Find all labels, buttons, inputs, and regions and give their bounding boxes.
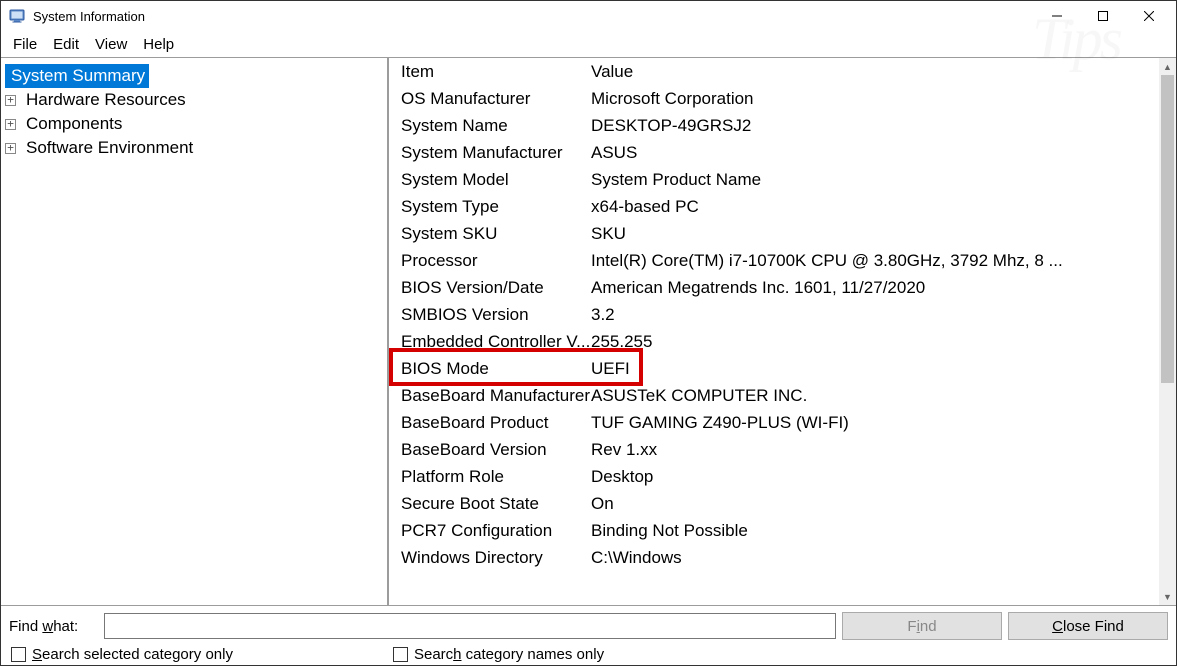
details-item: Embedded Controller V... bbox=[401, 332, 591, 352]
details-value: x64-based PC bbox=[591, 197, 1159, 217]
details-item: System Name bbox=[401, 116, 591, 136]
details-row[interactable]: System ModelSystem Product Name bbox=[389, 166, 1159, 193]
details-row[interactable]: ProcessorIntel(R) Core(TM) i7-10700K CPU… bbox=[389, 247, 1159, 274]
menu-view[interactable]: View bbox=[87, 34, 135, 55]
tree-item-components[interactable]: Components bbox=[20, 112, 124, 136]
tree-item-system-summary[interactable]: System Summary bbox=[5, 64, 149, 88]
details-value: American Megatrends Inc. 1601, 11/27/202… bbox=[591, 278, 1159, 298]
tree-item-label: Components bbox=[26, 114, 122, 134]
scroll-up-icon[interactable]: ▲ bbox=[1159, 58, 1176, 75]
titlebar: System Information bbox=[1, 1, 1176, 31]
details-row[interactable]: System ManufacturerASUS bbox=[389, 139, 1159, 166]
tree-item-label: Software Environment bbox=[26, 138, 193, 158]
maximize-button[interactable] bbox=[1080, 1, 1126, 31]
details-value: TUF GAMING Z490-PLUS (WI-FI) bbox=[591, 413, 1159, 433]
details-row[interactable]: Embedded Controller V...255.255 bbox=[389, 328, 1159, 355]
details-row[interactable]: SMBIOS Version3.2 bbox=[389, 301, 1159, 328]
expand-icon[interactable]: + bbox=[5, 119, 16, 130]
details-row[interactable]: BaseBoard ProductTUF GAMING Z490-PLUS (W… bbox=[389, 409, 1159, 436]
details-item: BIOS Version/Date bbox=[401, 278, 591, 298]
search-names-checkbox[interactable]: Search category names only bbox=[393, 646, 604, 663]
menu-edit[interactable]: Edit bbox=[45, 34, 87, 55]
details-row[interactable]: PCR7 ConfigurationBinding Not Possible bbox=[389, 517, 1159, 544]
details-value: ASUSTeK COMPUTER INC. bbox=[591, 386, 1159, 406]
details-item: PCR7 Configuration bbox=[401, 521, 591, 541]
details-item: Platform Role bbox=[401, 467, 591, 487]
details-item: BaseBoard Version bbox=[401, 440, 591, 460]
details-item: Secure Boot State bbox=[401, 494, 591, 514]
menubar: File Edit View Help bbox=[1, 31, 1176, 57]
tree-item-software-environment[interactable]: Software Environment bbox=[20, 136, 195, 160]
menu-file[interactable]: File bbox=[5, 34, 45, 55]
details-value: Desktop bbox=[591, 467, 1159, 487]
checkbox-label: Search category names only bbox=[414, 646, 604, 663]
checkbox-icon bbox=[11, 647, 26, 662]
details-value: C:\Windows bbox=[591, 548, 1159, 568]
menu-help[interactable]: Help bbox=[135, 34, 182, 55]
expand-icon[interactable]: + bbox=[5, 143, 16, 154]
details-value: 255.255 bbox=[591, 332, 1159, 352]
details-value: Rev 1.xx bbox=[591, 440, 1159, 460]
details-item: OS Manufacturer bbox=[401, 89, 591, 109]
details-item: System Manufacturer bbox=[401, 143, 591, 163]
minimize-button[interactable] bbox=[1034, 1, 1080, 31]
vertical-scrollbar[interactable]: ▲ ▼ bbox=[1159, 58, 1176, 605]
details-value: SKU bbox=[591, 224, 1159, 244]
details-item: SMBIOS Version bbox=[401, 305, 591, 325]
details-item: Processor bbox=[401, 251, 591, 271]
column-header-value[interactable]: Value bbox=[591, 62, 1159, 82]
details-row[interactable]: Platform RoleDesktop bbox=[389, 463, 1159, 490]
checkbox-label: Search selected category only bbox=[32, 646, 233, 663]
close-find-button[interactable]: Close Find bbox=[1008, 612, 1168, 640]
details-row[interactable]: Windows DirectoryC:\Windows bbox=[389, 544, 1159, 571]
details-item: BIOS Mode bbox=[401, 359, 591, 379]
details-row[interactable]: System Typex64-based PC bbox=[389, 193, 1159, 220]
details-value: DESKTOP-49GRSJ2 bbox=[591, 116, 1159, 136]
scroll-track[interactable] bbox=[1159, 75, 1176, 588]
details-row[interactable]: System SKUSKU bbox=[389, 220, 1159, 247]
tree-item-label: System Summary bbox=[11, 66, 145, 86]
details-value: System Product Name bbox=[591, 170, 1159, 190]
details-value: UEFI bbox=[591, 359, 1159, 379]
details-row[interactable]: BaseBoard VersionRev 1.xx bbox=[389, 436, 1159, 463]
details-item: BaseBoard Manufacturer bbox=[401, 386, 591, 406]
details-header[interactable]: Item Value bbox=[389, 58, 1159, 85]
find-input[interactable] bbox=[104, 613, 836, 639]
details-value: 3.2 bbox=[591, 305, 1159, 325]
find-bar: Find what: Find Close Find Search select… bbox=[1, 606, 1176, 665]
search-selected-checkbox[interactable]: Search selected category only bbox=[11, 646, 233, 663]
details-value: Binding Not Possible bbox=[591, 521, 1159, 541]
content-pane: System Summary + Hardware Resources + Co… bbox=[1, 57, 1176, 606]
details-row[interactable]: OS ManufacturerMicrosoft Corporation bbox=[389, 85, 1159, 112]
details-item: BaseBoard Product bbox=[401, 413, 591, 433]
details-row[interactable]: BaseBoard ManufacturerASUSTeK COMPUTER I… bbox=[389, 382, 1159, 409]
tree-item-label: Hardware Resources bbox=[26, 90, 186, 110]
scroll-down-icon[interactable]: ▼ bbox=[1159, 588, 1176, 605]
details-row[interactable]: System NameDESKTOP-49GRSJ2 bbox=[389, 112, 1159, 139]
details-row[interactable]: Secure Boot StateOn bbox=[389, 490, 1159, 517]
window-title: System Information bbox=[33, 9, 145, 24]
column-header-item[interactable]: Item bbox=[401, 62, 591, 82]
tree-item-hardware-resources[interactable]: Hardware Resources bbox=[20, 88, 188, 112]
category-tree[interactable]: System Summary + Hardware Resources + Co… bbox=[1, 58, 389, 605]
expand-icon[interactable]: + bbox=[5, 95, 16, 106]
details-pane: Item Value OS ManufacturerMicrosoft Corp… bbox=[389, 58, 1176, 605]
details-item: System SKU bbox=[401, 224, 591, 244]
checkbox-icon bbox=[393, 647, 408, 662]
find-button[interactable]: Find bbox=[842, 612, 1002, 640]
details-row[interactable]: BIOS ModeUEFI bbox=[389, 355, 1159, 382]
details-value: On bbox=[591, 494, 1159, 514]
find-what-label: Find what: bbox=[9, 618, 78, 635]
details-row[interactable]: BIOS Version/DateAmerican Megatrends Inc… bbox=[389, 274, 1159, 301]
details-value: Intel(R) Core(TM) i7-10700K CPU @ 3.80GH… bbox=[591, 251, 1159, 271]
details-item: System Type bbox=[401, 197, 591, 217]
details-item: Windows Directory bbox=[401, 548, 591, 568]
details-value: ASUS bbox=[591, 143, 1159, 163]
details-item: System Model bbox=[401, 170, 591, 190]
scroll-thumb[interactable] bbox=[1161, 75, 1174, 383]
app-icon bbox=[9, 8, 25, 24]
details-value: Microsoft Corporation bbox=[591, 89, 1159, 109]
close-button[interactable] bbox=[1126, 1, 1172, 31]
